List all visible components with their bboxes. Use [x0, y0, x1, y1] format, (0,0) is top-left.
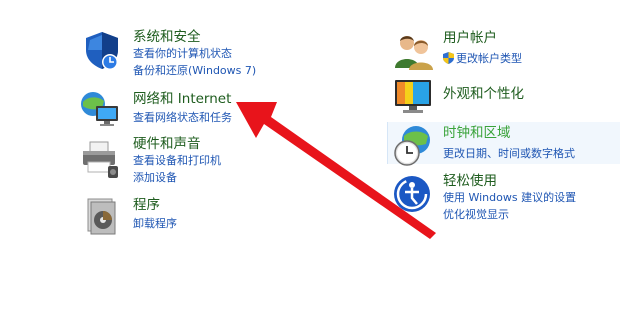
- network-globe-icon[interactable]: [78, 88, 122, 132]
- clock-globe-icon[interactable]: [392, 124, 436, 168]
- category-title-network-internet[interactable]: 网络和 Internet: [133, 91, 231, 108]
- link-uninstall-program[interactable]: 卸载程序: [133, 217, 177, 231]
- category-title-clock-region[interactable]: 时钟和区域: [443, 125, 511, 142]
- monitor-appearance-icon[interactable]: [392, 76, 436, 120]
- category-title-appearance[interactable]: 外观和个性化: [443, 86, 524, 103]
- link-view-computer-status[interactable]: 查看你的计算机状态: [133, 47, 232, 61]
- uac-shield-icon: [443, 52, 454, 64]
- link-change-account-type-label: 更改帐户类型: [456, 52, 522, 65]
- category-title-programs[interactable]: 程序: [133, 197, 160, 214]
- link-view-devices-printers[interactable]: 查看设备和打印机: [133, 154, 221, 168]
- link-optimize-visual-display[interactable]: 优化视觉显示: [443, 208, 509, 222]
- user-accounts-icon[interactable]: [392, 30, 436, 74]
- ease-of-access-icon[interactable]: [392, 172, 436, 216]
- category-title-system-security[interactable]: 系统和安全: [133, 29, 201, 46]
- category-title-hardware-sound[interactable]: 硬件和声音: [133, 136, 201, 153]
- link-add-device[interactable]: 添加设备: [133, 171, 177, 185]
- category-title-ease-of-access[interactable]: 轻松使用: [443, 173, 497, 190]
- link-use-recommended-settings[interactable]: 使用 Windows 建议的设置: [443, 191, 576, 205]
- shield-security-icon[interactable]: [80, 28, 124, 72]
- link-view-network-status[interactable]: 查看网络状态和任务: [133, 111, 232, 125]
- link-backup-restore[interactable]: 备份和还原(Windows 7): [133, 64, 256, 78]
- printer-hardware-icon[interactable]: [78, 138, 122, 182]
- program-disk-icon[interactable]: [80, 195, 124, 239]
- link-change-account-type[interactable]: 更改帐户类型: [443, 52, 522, 66]
- link-change-date-time-format[interactable]: 更改日期、时间或数字格式: [443, 147, 575, 161]
- category-title-user-accounts[interactable]: 用户帐户: [443, 30, 497, 47]
